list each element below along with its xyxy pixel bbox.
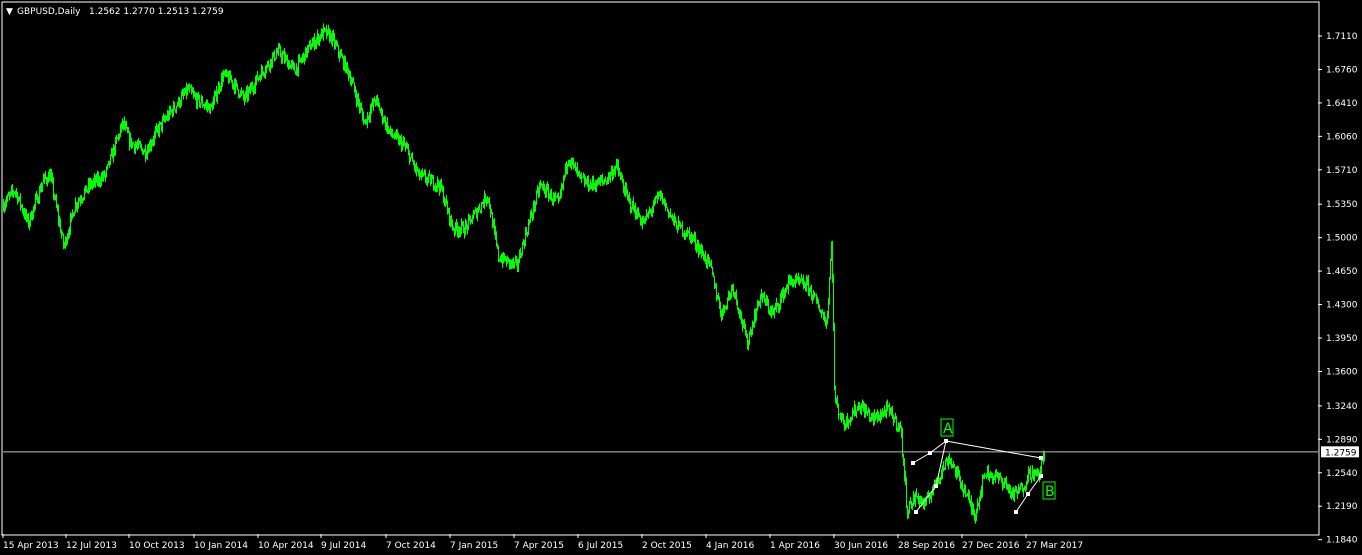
wave-line-5	[945, 440, 1042, 459]
x-tick-label: 7 Oct 2014	[386, 541, 436, 551]
x-tick-label: 10 Apr 2014	[258, 541, 314, 551]
wave-point-marker[interactable]	[914, 510, 918, 514]
x-tick-label: 1 Apr 2016	[770, 541, 820, 551]
x-tick-label: 6 Jul 2015	[578, 541, 623, 551]
y-tick-label: 1.2540	[1326, 469, 1358, 479]
x-tick-label: 28 Sep 2016	[898, 541, 955, 551]
x-tick-label: 10 Jan 2014	[194, 541, 248, 551]
x-tick-label: 10 Oct 2013	[129, 541, 185, 551]
symbol-dropdown-icon[interactable]: ▼	[6, 7, 13, 17]
wave-pattern-layer: AB	[911, 418, 1056, 514]
price-chart[interactable]: ▼ GBPUSD,Daily 1.2562 1.2770 1.2513 1.27…	[0, 0, 1362, 555]
plot-frame	[1, 1, 1320, 536]
wave-line-1	[912, 452, 931, 464]
current-price-line-layer: 1.2759	[3, 446, 1359, 458]
y-tick-label: 1.6760	[1326, 65, 1358, 75]
wave-point-marker[interactable]	[1039, 474, 1043, 478]
y-tick-label: 1.3600	[1326, 367, 1358, 377]
y-tick-label: 1.5710	[1326, 166, 1358, 176]
y-tick-label: 1.4650	[1326, 267, 1358, 277]
y-tick-label: 1.1840	[1326, 536, 1358, 546]
wave-point-marker[interactable]	[934, 484, 938, 488]
candles-layer	[3, 23, 1045, 524]
y-tick-label: 1.4300	[1326, 301, 1358, 311]
price-axis[interactable]: 1.7110 1.6760 1.6410 1.6060 1.5710 1.5350 1.50…	[1318, 32, 1358, 546]
y-tick-label: 1.2890	[1326, 435, 1358, 445]
y-tick-label: 1.3950	[1326, 334, 1358, 344]
x-tick-label: 7 Apr 2015	[514, 541, 564, 551]
wave-point-marker[interactable]	[1039, 456, 1043, 460]
wave-point-marker[interactable]	[1014, 510, 1018, 514]
wave-point-marker[interactable]	[944, 439, 948, 443]
x-tick-label: 2 Oct 2015	[642, 541, 692, 551]
wave-point-marker[interactable]	[911, 461, 915, 465]
x-tick-label: 15 Apr 2013	[3, 541, 59, 551]
x-tick-label: 4 Jan 2016	[706, 541, 754, 551]
y-tick-label: 1.5350	[1326, 200, 1358, 210]
wave-label-a: A	[943, 421, 953, 437]
chart-header: ▼ GBPUSD,Daily 1.2562 1.2770 1.2513 1.27…	[6, 7, 224, 17]
y-tick-label: 1.5000	[1326, 234, 1358, 244]
current-price-label: 1.2759	[1325, 448, 1357, 458]
x-tick-label: 9 Jul 2014	[321, 541, 366, 551]
y-tick-label: 1.7110	[1326, 32, 1358, 42]
x-tick-label: 12 Jul 2013	[66, 541, 117, 551]
y-tick-label: 1.2190	[1326, 502, 1358, 512]
y-tick-label: 1.3240	[1326, 402, 1358, 412]
wave-point-marker[interactable]	[1026, 492, 1030, 496]
wave-label-b: B	[1045, 484, 1055, 500]
x-tick-label: 27 Dec 2016	[962, 541, 1020, 551]
x-tick-label: 27 Mar 2017	[1026, 541, 1083, 551]
wave-point-marker[interactable]	[928, 451, 932, 455]
ohlc-readout: 1.2562 1.2770 1.2513 1.2759	[89, 7, 224, 17]
x-tick-label: 7 Jan 2015	[450, 541, 498, 551]
symbol-timeframe-label: GBPUSD,Daily	[17, 7, 81, 17]
time-axis[interactable]: 15 Apr 2013 12 Jul 2013 10 Oct 2013 10 Jan …	[2, 534, 1083, 551]
y-tick-label: 1.6410	[1326, 99, 1358, 109]
x-tick-label: 30 Jun 2016	[834, 541, 888, 551]
y-tick-label: 1.6060	[1326, 132, 1358, 142]
